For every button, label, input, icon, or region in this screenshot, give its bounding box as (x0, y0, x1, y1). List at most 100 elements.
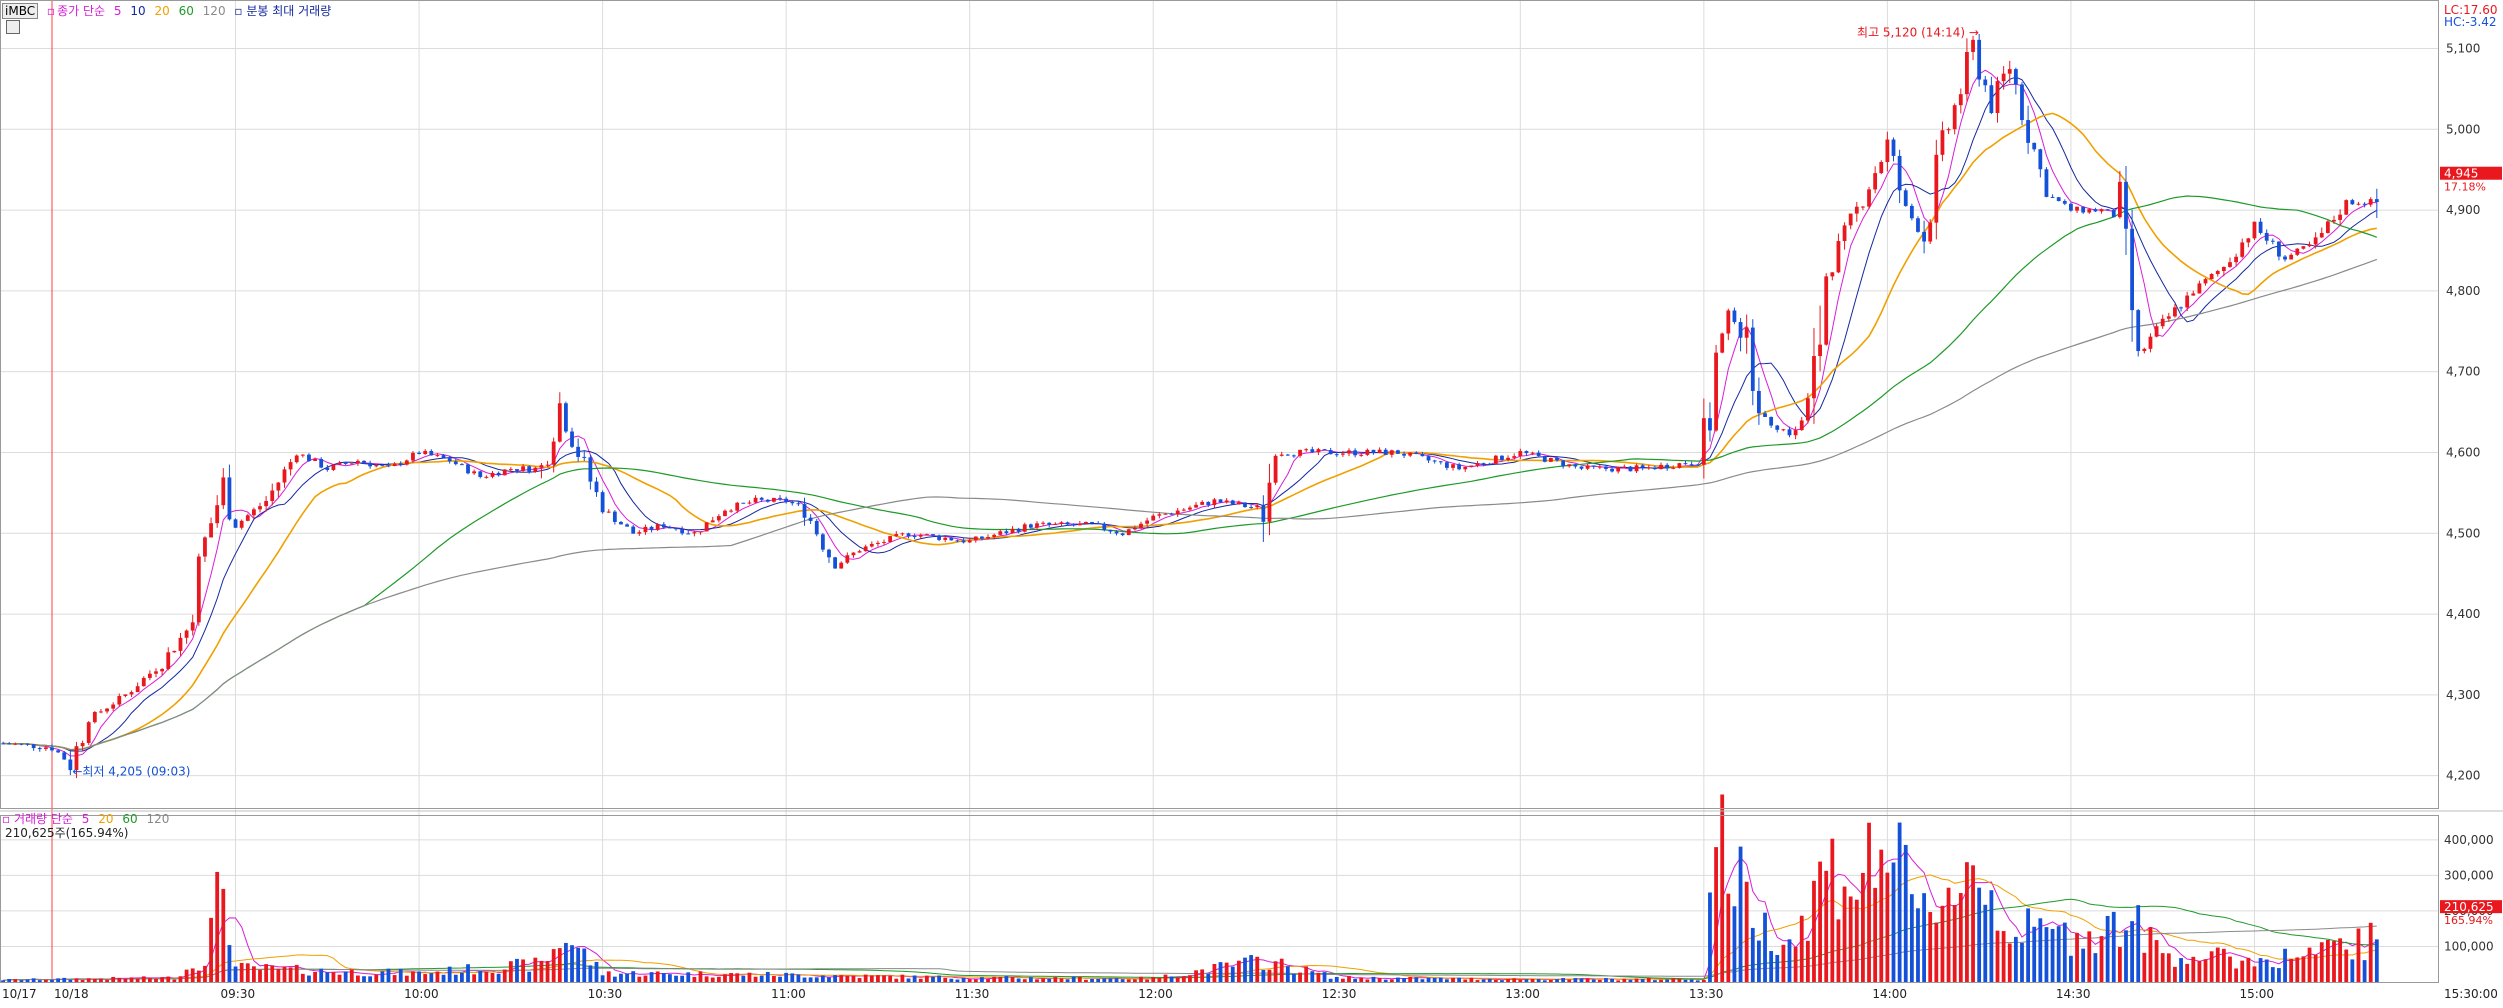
candle-body (2001, 73, 2006, 82)
volume-bar (869, 975, 874, 982)
chart-canvas[interactable]: 4,200 4,300 4,400 4,500 4,600 4,700 4,800 4,900… (0, 0, 2503, 1004)
candle-body (1475, 463, 1480, 466)
candle-body (2246, 238, 2251, 243)
volume-bar (1469, 977, 1474, 982)
candle-body (411, 452, 415, 461)
volume-bar (74, 978, 79, 982)
candle-body (1805, 398, 1810, 421)
volume-bar (2277, 968, 2281, 982)
candle-body (300, 454, 305, 456)
candle-body (955, 540, 960, 542)
volume-bar (417, 971, 421, 982)
candle-body (1139, 523, 1143, 529)
volume-bar (949, 978, 954, 982)
volume-bar (19, 980, 24, 982)
candle-body (1891, 139, 1896, 156)
candle-body (1628, 466, 1633, 472)
volume-bar (1518, 979, 1523, 982)
volume-bar (2289, 958, 2294, 982)
candle-body (2356, 203, 2361, 205)
volume-bar (349, 969, 354, 982)
volume-bar (863, 974, 868, 982)
candle-body (276, 482, 281, 491)
volume-bar (386, 968, 391, 982)
candle-body (698, 531, 703, 533)
volume-bar (765, 971, 770, 982)
volume-bar (209, 917, 213, 982)
candle-body (1542, 455, 1547, 462)
volume-bar (820, 975, 825, 982)
volume-bar (1420, 979, 1425, 982)
symbol-label[interactable]: iMBC (2, 3, 39, 19)
candle-body (1671, 467, 1676, 469)
candle-body (1224, 500, 1229, 503)
candle-body (1555, 457, 1559, 461)
volume-bar (2325, 939, 2330, 982)
volume-bar (56, 978, 61, 982)
candle-body (1322, 449, 1327, 451)
volume-bar (1530, 979, 1535, 982)
candle-body (1677, 463, 1682, 468)
volume-bar (1965, 862, 1969, 982)
volume-bar (912, 975, 917, 982)
volume-bar (441, 974, 446, 982)
volume-bar (392, 975, 397, 982)
volume-bar (1102, 978, 1107, 982)
volume-bar (1212, 963, 1217, 982)
candle-body (888, 536, 893, 543)
candle-body (196, 556, 201, 623)
candle-body (380, 465, 385, 467)
volume-bar (31, 978, 36, 982)
candle-body (967, 540, 972, 543)
candle-body (337, 462, 342, 465)
volume-bar (1059, 978, 1064, 982)
stock-chart[interactable]: 4,200 4,300 4,400 4,500 4,600 4,700 4,800 4,900… (0, 0, 2503, 1004)
volume-bar (668, 974, 672, 982)
candle-body (2179, 307, 2183, 309)
volume-bar (1010, 976, 1015, 982)
candle-body (1120, 533, 1125, 536)
volume-bar (1805, 940, 1810, 982)
volume-bar (1200, 969, 1205, 982)
candle-body (1903, 190, 1908, 206)
volume-bar (1659, 979, 1663, 982)
candle-body (1408, 452, 1413, 456)
candle-body (2307, 244, 2312, 247)
candle-body (2270, 240, 2275, 242)
candle-body (1879, 162, 1884, 174)
candle-body (1946, 129, 1951, 131)
candle-body (111, 704, 116, 709)
volume-bar (1096, 978, 1101, 982)
candle-body (2203, 279, 2208, 284)
candle-body (1506, 457, 1510, 460)
candle-body (723, 510, 727, 517)
volume-bar (1359, 977, 1364, 982)
volume-bar (545, 961, 550, 982)
candle-body (1536, 452, 1541, 456)
candle-body (1885, 139, 1890, 163)
chart-settings-icon[interactable] (6, 20, 20, 34)
candle-body (1738, 322, 1743, 338)
candle-body (918, 535, 923, 537)
candle-body (1340, 453, 1345, 455)
volume-bar (478, 970, 483, 982)
candle-body (1218, 499, 1223, 503)
volume-bar (447, 966, 452, 982)
volume-bar (2173, 966, 2177, 982)
time-tick-label: 15:00 (2239, 987, 2274, 1001)
volume-bar (1604, 978, 1608, 982)
volume-bar (43, 979, 48, 982)
volume-bar (466, 964, 470, 982)
candle-body (515, 469, 519, 471)
volume-bar (508, 961, 513, 982)
candle-body (13, 743, 18, 745)
candle-body (31, 744, 36, 749)
volume-bar (319, 968, 324, 982)
volume-bar (796, 974, 801, 982)
candle-body (1757, 390, 1761, 414)
volume-bar (1261, 969, 1266, 982)
volume-bar (606, 971, 611, 982)
volume-bar (2001, 931, 2006, 982)
candle-body (1438, 461, 1443, 463)
volume-bar (117, 977, 122, 982)
